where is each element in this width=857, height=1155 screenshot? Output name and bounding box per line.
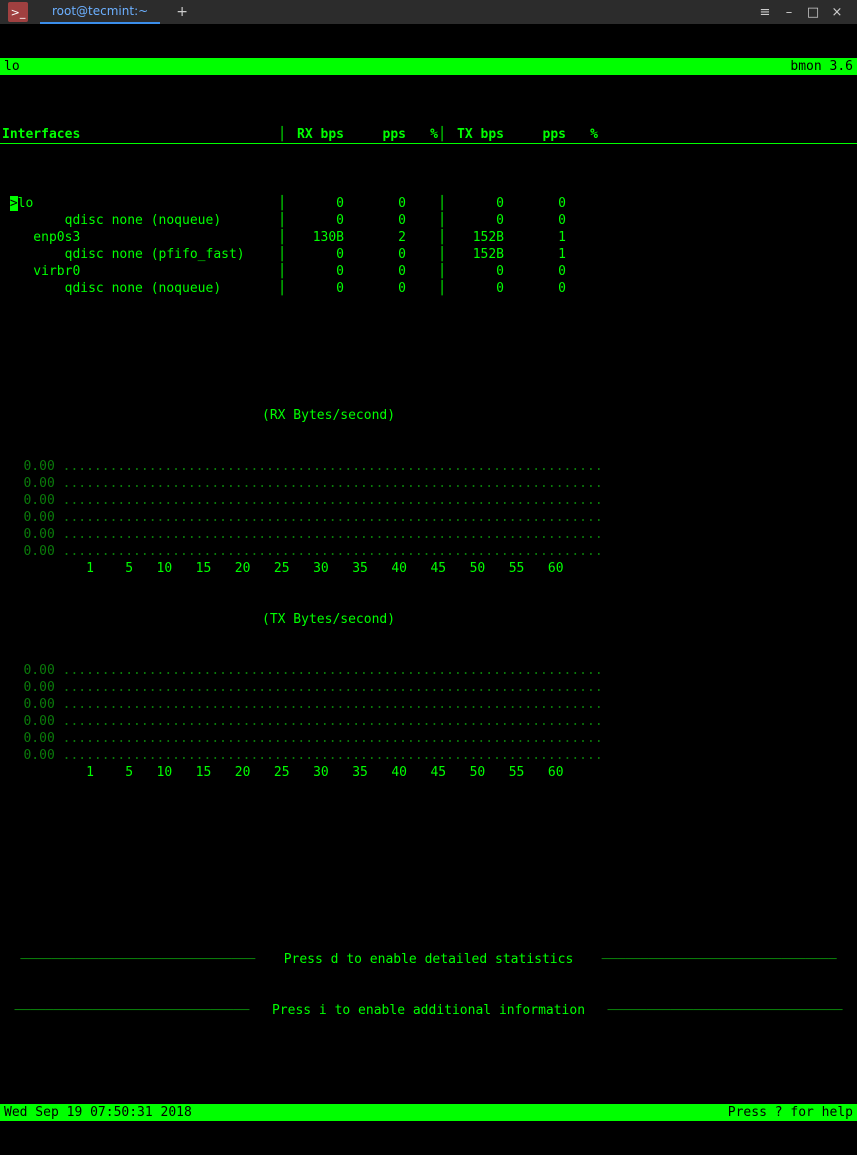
- tx-graph: 0.00 ...................................…: [0, 662, 857, 781]
- cell-rx: 130B: [286, 229, 348, 246]
- graph-x-axis: 1 5 10 15 20 25 30 35 40 45 50 55 60: [0, 764, 857, 781]
- graph-row: 0.00 ...................................…: [0, 509, 857, 526]
- cell-rx: 0: [286, 195, 348, 212]
- col-header-pps: pps: [508, 126, 570, 143]
- hint-detailed: Press d to enable detailed statistics: [276, 951, 582, 968]
- graph-row: 0.00 ...................................…: [0, 662, 857, 679]
- minimize-button[interactable]: –: [777, 5, 801, 20]
- interface-row[interactable]: virbr0│00│00: [0, 263, 857, 280]
- bmon-version: bmon 3.6: [790, 58, 853, 75]
- graph-row: 0.00 ...................................…: [0, 458, 857, 475]
- terminal-app-icon: >_: [8, 2, 28, 22]
- timestamp: Wed Sep 19 07:50:31 2018: [4, 1104, 728, 1121]
- graph-row: 0.00 ...................................…: [0, 747, 857, 764]
- tx-graph-title: (TX Bytes/second): [0, 611, 857, 628]
- cell-tx: 0: [446, 212, 508, 229]
- cell-pps1: 0: [348, 212, 410, 229]
- terminal-tab[interactable]: root@tecmint:~: [40, 0, 160, 24]
- interface-name: >lo: [0, 195, 278, 212]
- cell-pps1: 2: [348, 229, 410, 246]
- graph-row: 0.00 ...................................…: [0, 696, 857, 713]
- cell-pps1: 0: [348, 246, 410, 263]
- cell-pps2: 0: [508, 212, 570, 229]
- cell-rx: 0: [286, 246, 348, 263]
- col-header-pct: %: [570, 126, 598, 143]
- cell-pps1: 0: [348, 195, 410, 212]
- interface-row[interactable]: enp0s3│130B2│152B1: [0, 229, 857, 246]
- interface-row[interactable]: qdisc none (pfifo_fast)│00│152B1: [0, 246, 857, 263]
- interface-name: qdisc none (pfifo_fast): [0, 246, 278, 263]
- new-tab-button[interactable]: +: [176, 4, 188, 20]
- cell-tx: 0: [446, 280, 508, 297]
- col-header-name: Interfaces: [0, 126, 278, 143]
- graph-row: 0.00 ...................................…: [0, 526, 857, 543]
- titlebar: >_ root@tecmint:~ + ≡ – □ ×: [0, 0, 857, 24]
- interfaces-list[interactable]: >lo│00│00 qdisc none (noqueue)│00│00 enp…: [0, 195, 857, 297]
- graph-x-axis: 1 5 10 15 20 25 30 35 40 45 50 55 60: [0, 560, 857, 577]
- bmon-top-status: lo bmon 3.6: [0, 58, 857, 75]
- interface-name: qdisc none (noqueue): [0, 280, 278, 297]
- cell-pps2: 0: [508, 280, 570, 297]
- selected-interface-name: lo: [4, 58, 20, 75]
- cell-tx: 0: [446, 195, 508, 212]
- cell-tx: 0: [446, 263, 508, 280]
- graph-row: 0.00 ...................................…: [0, 492, 857, 509]
- close-button[interactable]: ×: [825, 5, 849, 20]
- graph-row: 0.00 ...................................…: [0, 713, 857, 730]
- cell-rx: 0: [286, 212, 348, 229]
- rx-graph: 0.00 ...................................…: [0, 458, 857, 577]
- graph-row: 0.00 ...................................…: [0, 679, 857, 696]
- interface-name: qdisc none (noqueue): [0, 212, 278, 229]
- interface-row[interactable]: qdisc none (noqueue)│00│00: [0, 280, 857, 297]
- col-header-pct: %: [410, 126, 438, 143]
- cell-pps2: 0: [508, 195, 570, 212]
- interface-name: enp0s3: [0, 229, 278, 246]
- cell-rx: 0: [286, 263, 348, 280]
- terminal-window: >_ root@tecmint:~ + ≡ – □ × lo bmon 3.6 …: [0, 0, 857, 611]
- interfaces-header: Interfaces │ RX bps pps % │ TX bps pps %: [0, 126, 857, 144]
- cell-pps2: 0: [508, 263, 570, 280]
- cell-tx: 152B: [446, 246, 508, 263]
- col-header-pps: pps: [348, 126, 410, 143]
- interface-name: virbr0: [0, 263, 278, 280]
- cell-pps2: 1: [508, 246, 570, 263]
- menu-icon[interactable]: ≡: [753, 5, 777, 20]
- interface-row[interactable]: qdisc none (noqueue)│00│00: [0, 212, 857, 229]
- cell-pps2: 1: [508, 229, 570, 246]
- hint-additional: Press i to enable additional information: [264, 1002, 593, 1019]
- help-hint: Press ? for help: [728, 1104, 853, 1121]
- bmon-bottom-status: Wed Sep 19 07:50:31 2018 Press ? for hel…: [0, 1104, 857, 1121]
- maximize-button[interactable]: □: [801, 5, 825, 20]
- cell-rx: 0: [286, 280, 348, 297]
- cell-pps1: 0: [348, 263, 410, 280]
- terminal-output[interactable]: lo bmon 3.6 Interfaces │ RX bps pps % │ …: [0, 24, 857, 1155]
- cell-pps1: 0: [348, 280, 410, 297]
- graph-row: 0.00 ...................................…: [0, 730, 857, 747]
- hints: ────────────────────────────── Press d t…: [0, 917, 857, 1053]
- col-header-tx-bps: TX bps: [446, 126, 508, 143]
- interface-row[interactable]: >lo│00│00: [0, 195, 857, 212]
- graph-row: 0.00 ...................................…: [0, 475, 857, 492]
- cell-tx: 152B: [446, 229, 508, 246]
- col-header-rx-bps: RX bps: [286, 126, 348, 143]
- graph-row: 0.00 ...................................…: [0, 543, 857, 560]
- rx-graph-title: (RX Bytes/second): [0, 407, 857, 424]
